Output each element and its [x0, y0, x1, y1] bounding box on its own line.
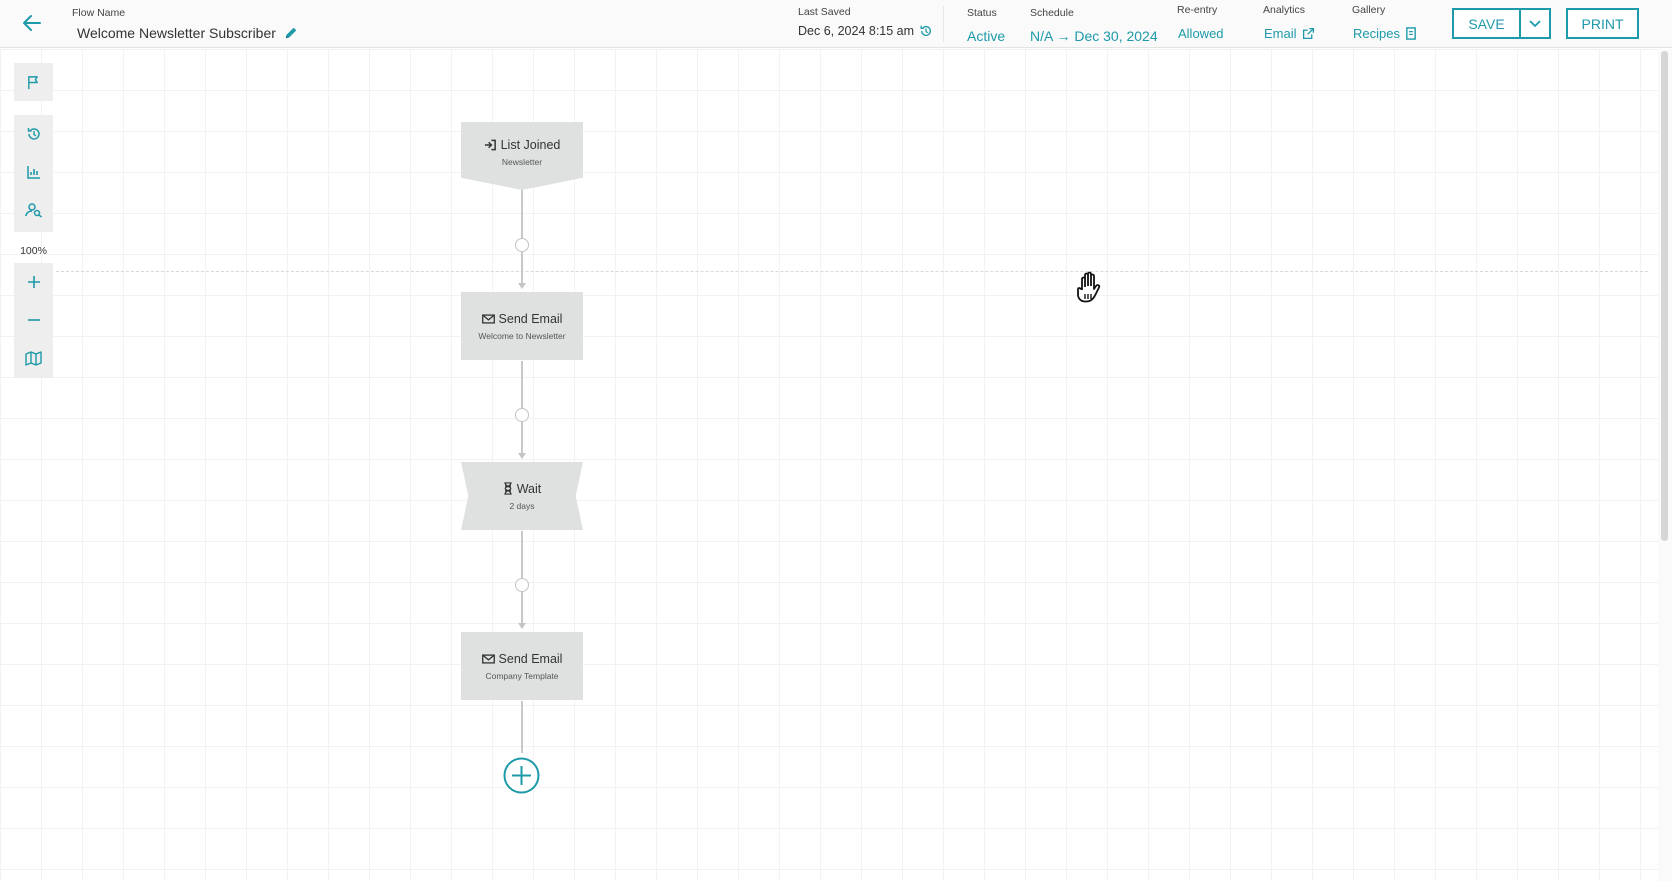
send-email-node-subtitle: Welcome to Newsletter [478, 330, 566, 341]
wait-node-title-row: Wait [503, 481, 542, 496]
wait-node-subtitle: 2 days [509, 500, 535, 511]
wait-node-title: Wait [516, 481, 542, 496]
audience-icon [24, 202, 43, 218]
send-email-node[interactable]: Send Email Company Template [461, 632, 583, 700]
top-bar: Flow Name Welcome Newsletter Subscriber … [0, 0, 1672, 48]
connector-line [521, 531, 523, 578]
gallery-value: Recipes [1353, 26, 1400, 41]
print-button-label: PRINT [1581, 15, 1624, 32]
gallery-link[interactable]: Recipes [1353, 26, 1417, 41]
book-icon [1405, 27, 1417, 40]
send-email-node-subtitle: Company Template [485, 670, 559, 681]
status-value[interactable]: Active [967, 28, 1005, 44]
connector-line [521, 701, 523, 753]
reentry-value[interactable]: Allowed [1178, 26, 1224, 41]
chevron-down-icon [1529, 19, 1541, 28]
analytics-label: Analytics [1263, 4, 1306, 16]
back-arrow-icon[interactable] [20, 11, 44, 35]
send-email-node-title-row: Send Email [481, 311, 563, 326]
zoom-out-button[interactable] [14, 301, 53, 339]
connector-line [521, 422, 523, 453]
flow-name-label: Flow Name [72, 7, 126, 19]
connector-line [521, 361, 523, 408]
analytics-link[interactable]: Email [1264, 26, 1315, 41]
flag-tool-button[interactable] [14, 63, 53, 101]
trigger-node-subtitle: Newsletter [501, 157, 543, 167]
save-button-label: SAVE [1468, 15, 1505, 32]
connector-arrow [518, 283, 526, 289]
map-icon [25, 350, 42, 366]
gallery-label: Gallery [1352, 4, 1386, 16]
map-tool-button[interactable] [14, 339, 53, 377]
history-tool-button[interactable] [14, 115, 53, 153]
analytics-tool-button[interactable] [14, 153, 53, 191]
divider [943, 6, 944, 42]
history-icon [26, 126, 42, 142]
connector-line [521, 252, 523, 283]
connector-line [521, 188, 523, 239]
plus-icon [27, 275, 41, 289]
schedule-label: Schedule [1030, 7, 1074, 19]
connector-line [521, 592, 523, 623]
flag-icon [26, 75, 41, 90]
analytics-value: Email [1264, 26, 1297, 41]
zoom-in-button[interactable] [14, 263, 53, 301]
save-options-button[interactable] [1519, 8, 1551, 39]
hand-cursor-icon [1073, 270, 1107, 306]
add-step-button[interactable] [503, 757, 540, 794]
last-saved: Dec 6, 2024 8:15 am [798, 24, 933, 38]
last-saved-label: Last Saved [798, 6, 851, 18]
zoom-level: 100% [20, 245, 47, 257]
send-email-node[interactable]: Send Email Welcome to Newsletter [461, 292, 583, 360]
envelope-icon [481, 653, 495, 664]
save-button[interactable]: SAVE [1452, 8, 1521, 39]
audience-tool-button[interactable] [14, 191, 53, 229]
pencil-icon[interactable] [284, 26, 298, 40]
reentry-label: Re-entry [1177, 4, 1218, 16]
trigger-node-title: List Joined [500, 138, 561, 152]
send-email-node-title: Send Email [498, 311, 563, 326]
send-email-node-title: Send Email [498, 651, 563, 666]
wait-node[interactable]: Wait 2 days [461, 462, 583, 530]
history-icon[interactable] [919, 24, 933, 38]
connector-arrow [518, 623, 526, 629]
flow-name-text: Welcome Newsletter Subscriber [77, 25, 276, 41]
canvas-guide-line [56, 271, 1648, 272]
vertical-scrollbar[interactable] [1658, 49, 1672, 881]
flow-canvas[interactable] [0, 49, 1658, 881]
schedule-value[interactable]: N/A → Dec 30, 2024 [1030, 28, 1158, 44]
flow-name[interactable]: Welcome Newsletter Subscriber [77, 25, 298, 41]
status-label: Status [967, 7, 997, 19]
trigger-node[interactable]: List Joined Newsletter [461, 122, 583, 190]
external-link-icon [1302, 27, 1315, 40]
sign-in-icon [484, 139, 497, 151]
scrollbar-thumb[interactable] [1661, 51, 1668, 541]
hourglass-icon [503, 482, 513, 495]
connector-arrow [518, 453, 526, 459]
plus-circle-icon [503, 757, 540, 794]
print-button[interactable]: PRINT [1566, 8, 1639, 39]
connector-add-point[interactable] [515, 578, 529, 592]
minus-icon [27, 313, 41, 327]
envelope-icon [481, 313, 495, 324]
last-saved-value: Dec 6, 2024 8:15 am [798, 24, 915, 38]
connector-add-point[interactable] [515, 408, 529, 422]
send-email-node-title-row: Send Email [481, 651, 563, 666]
trigger-node-title-row: List Joined [484, 138, 561, 152]
chart-icon [26, 164, 42, 180]
connector-add-point[interactable] [515, 238, 529, 252]
